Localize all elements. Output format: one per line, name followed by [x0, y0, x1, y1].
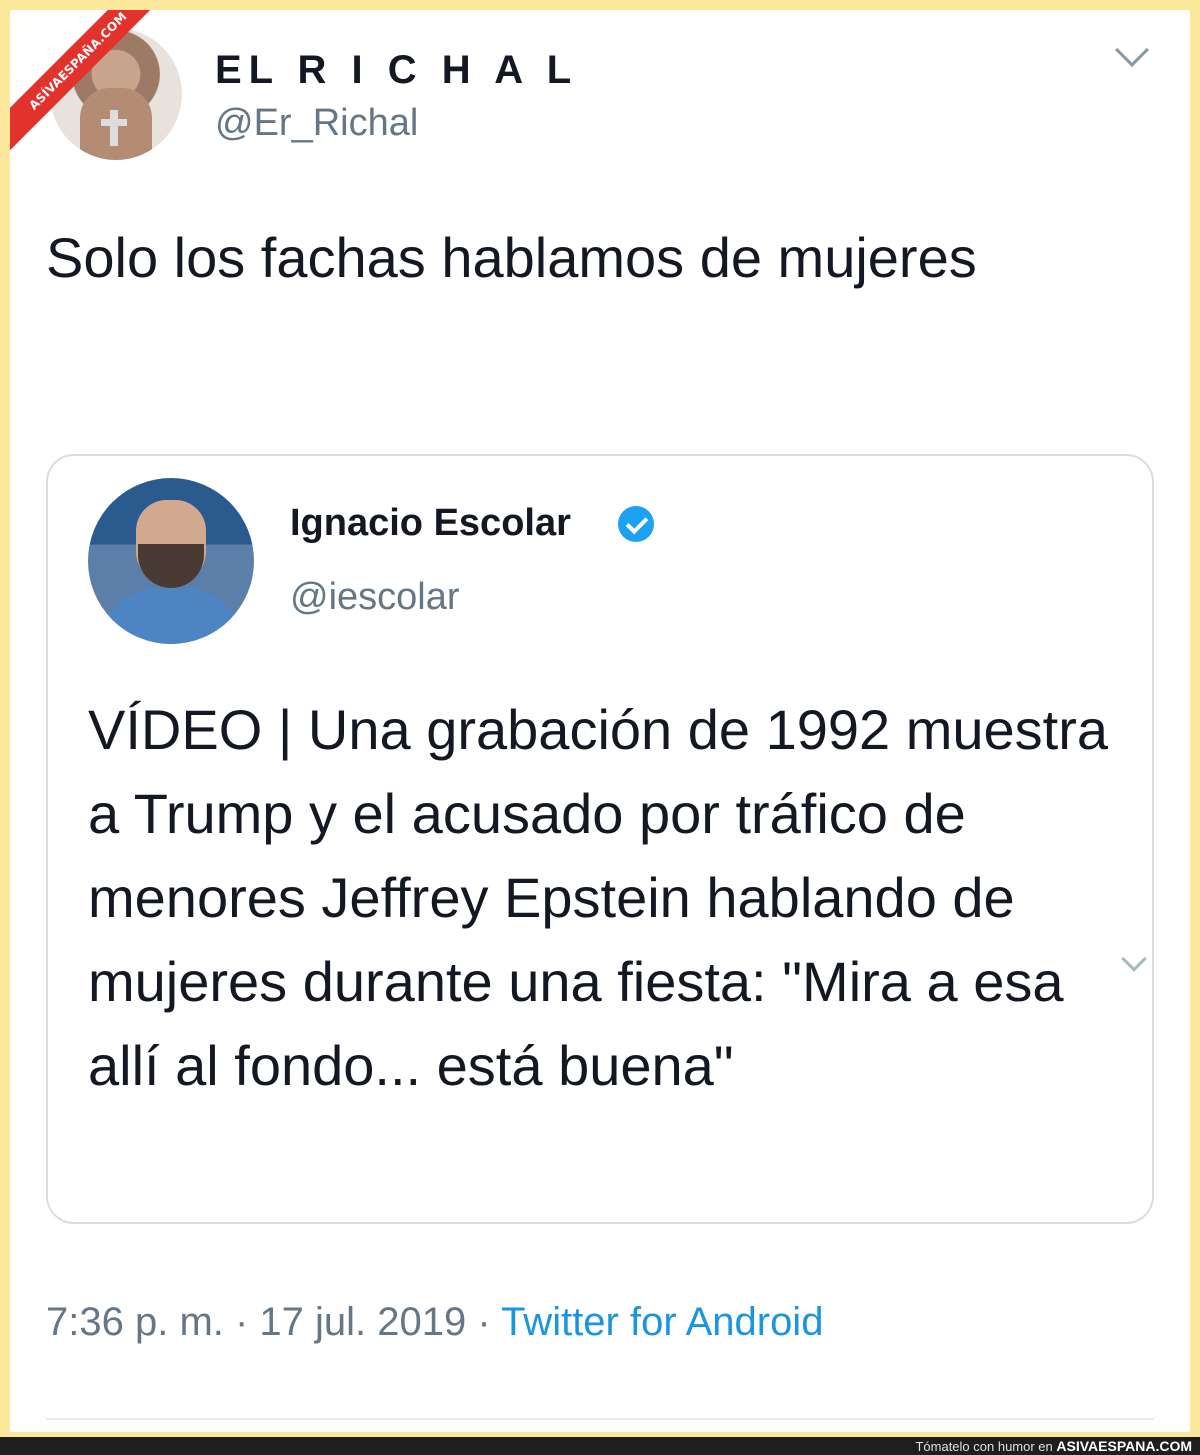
- tweet-timestamp[interactable]: 7:36 p. m. · 17 jul. 2019 ·: [46, 1300, 501, 1344]
- tweet-text: Solo los fachas hablamos de mujeres: [46, 226, 977, 289]
- divider: [46, 1418, 1154, 1420]
- avatar-beard: [138, 544, 204, 588]
- footer-prefix: Tómatelo con humor en: [915, 1439, 1053, 1454]
- tweet-screenshot: ASÍVAESPAÑA.COM EL R I C H A L @Er_Richa…: [10, 10, 1190, 1432]
- quoted-author-avatar[interactable]: [88, 478, 254, 644]
- avatar-cross-pendant: [101, 110, 127, 146]
- footer-brand[interactable]: ASIVAESPANA.COM: [1056, 1438, 1192, 1454]
- quoted-tweet-card[interactable]: Ignacio Escolar @iescolar VÍDEO | Una gr…: [46, 454, 1154, 1224]
- author-name[interactable]: EL R I C H A L: [215, 48, 578, 93]
- verified-badge-icon: [618, 506, 654, 542]
- avatar-shirt: [98, 588, 244, 644]
- tweet-meta: 7:36 p. m. · 17 jul. 2019 · Twitter for …: [46, 1300, 823, 1345]
- quoted-author-name[interactable]: Ignacio Escolar: [290, 502, 571, 545]
- quoted-tweet-text: VÍDEO | Una grabación de 1992 muestra a …: [88, 698, 1109, 1097]
- author-handle[interactable]: @Er_Richal: [215, 102, 418, 145]
- footer-text: Tómatelo con humor en ASIVAESPANA.COM: [915, 1437, 1192, 1455]
- tweet-source-link[interactable]: Twitter for Android: [501, 1300, 823, 1344]
- chevron-down-icon[interactable]: [1115, 33, 1149, 67]
- quoted-author-handle[interactable]: @iescolar: [290, 576, 460, 619]
- watermark-footer: Tómatelo con humor en ASIVAESPANA.COM: [0, 1437, 1200, 1455]
